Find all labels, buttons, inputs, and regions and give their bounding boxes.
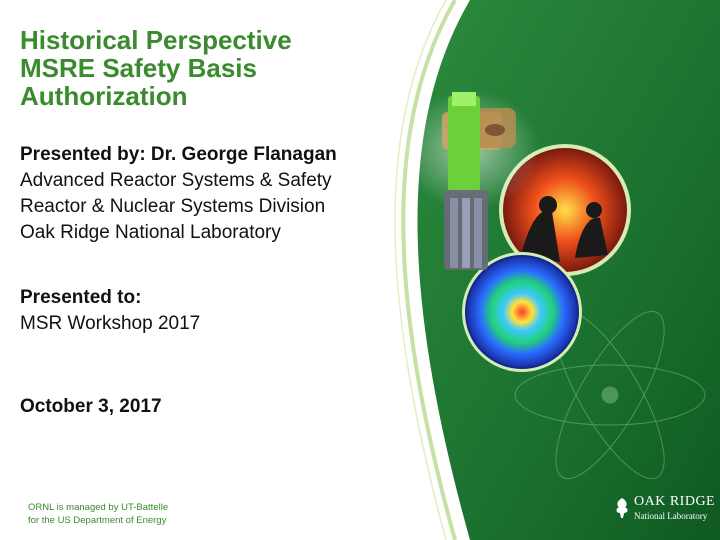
- audience-value: MSR Workshop 2017: [20, 313, 201, 334]
- oak-leaf-icon: [616, 498, 628, 518]
- title-line-1: Historical Perspective: [20, 25, 292, 55]
- presenter-block: Presented by: Dr. George Flanagan Advanc…: [20, 142, 337, 246]
- ornl-logo: OAK RIDGE National Laboratory: [614, 494, 715, 524]
- title-line-3: Authorization: [20, 81, 188, 111]
- presenter-line-3: Oak Ridge National Laboratory: [20, 222, 281, 243]
- logo-word-national-laboratory: National Laboratory: [634, 511, 708, 521]
- presenter-line-2: Reactor & Nuclear Systems Division: [20, 196, 326, 217]
- footer-line-2: for the US Department of Energy: [28, 515, 167, 526]
- presenter-line-1: Advanced Reactor Systems & Safety: [20, 170, 332, 191]
- audience-heading: Presented to:: [20, 287, 142, 308]
- footer-line-1: ORNL is managed by UT-Battelle: [28, 502, 169, 513]
- slide-title: Historical Perspective MSRE Safety Basis…: [20, 26, 292, 110]
- presentation-date: October 3, 2017: [20, 396, 162, 417]
- audience-block: Presented to: MSR Workshop 2017: [20, 285, 200, 337]
- footer-note: ORNL is managed by UT-Battelle for the U…: [28, 501, 168, 527]
- presenter-heading: Presented by: Dr. George Flanagan: [20, 144, 337, 165]
- logo-word-oak-ridge: OAK RIDGE: [634, 494, 716, 509]
- title-slide: Historical Perspective MSRE Safety Basis…: [0, 0, 720, 540]
- title-line-2: MSRE Safety Basis: [20, 53, 257, 83]
